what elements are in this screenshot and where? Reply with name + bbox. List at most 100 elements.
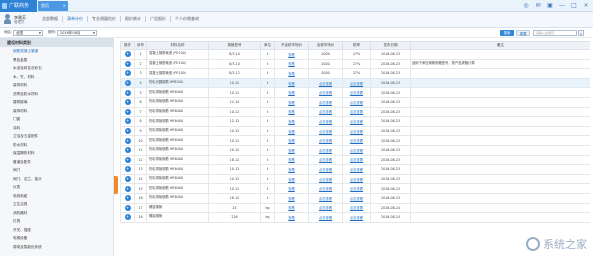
view-price-link[interactable]: 点击查看 <box>319 206 332 210</box>
app-tab[interactable]: 广联商务 <box>0 0 37 12</box>
table-row[interactable]: +15 热轧带肋钢筋 HRB400 10-12 t 查看 点击查看 点击查看 2016-08-… <box>120 183 590 194</box>
add-icon[interactable]: + <box>124 156 131 163</box>
view-link[interactable]: 查看 <box>288 53 295 57</box>
minimize-icon[interactable]: — <box>559 2 565 9</box>
sidebar-item[interactable]: 卫生洁具 <box>0 200 113 209</box>
skin-icon[interactable]: ▣ <box>547 2 553 9</box>
sidebar-item[interactable]: 管道及配件 <box>0 158 113 167</box>
table-row[interactable]: +14 热轧带肋钢筋 HRB400 10-12 t 查看 点击查看 点击查看 2016-08-… <box>120 173 590 185</box>
settings-icon[interactable]: ◎ <box>523 2 529 9</box>
nav-personal-price[interactable]: 个人价格查询 <box>171 16 203 22</box>
add-icon[interactable]: + <box>124 70 131 77</box>
view-link[interactable]: 查看 <box>288 120 295 124</box>
view-link[interactable]: 查看 <box>288 130 295 134</box>
column-header[interactable]: 操作 <box>120 41 135 50</box>
add-icon[interactable]: + <box>124 118 131 125</box>
sidebar-item[interactable]: 建筑玻璃 <box>0 98 113 107</box>
view-tax-link[interactable]: 点击查看 <box>350 158 363 162</box>
add-icon[interactable]: + <box>124 60 131 67</box>
view-price-link[interactable]: 点击查看 <box>319 187 332 191</box>
sidebar-item[interactable]: 保温隔热材料 <box>0 149 113 158</box>
table-row[interactable]: +8 热轧带肋钢筋 HRB400 12-12 t 查看 点击查看 点击查看 2016-08-2… <box>120 116 590 127</box>
view-price-link[interactable]: 点击查看 <box>319 149 332 153</box>
view-tax-link[interactable]: 点击查看 <box>350 216 363 220</box>
sidebar-item[interactable]: 门窗 <box>0 115 113 124</box>
view-tax-link[interactable]: 点击查看 <box>350 149 363 153</box>
table-row[interactable]: +17 螺旋钢管 24 kg 查看 点击查看 点击查看 2016-08-24 <box>120 202 590 214</box>
view-tax-link[interactable]: 点击查看 <box>350 206 363 210</box>
view-price-link[interactable]: 点击查看 <box>319 110 332 114</box>
view-tax-link[interactable]: 点击查看 <box>350 82 363 86</box>
add-icon[interactable]: + <box>124 147 131 154</box>
sidebar-item[interactable]: 阀门 <box>0 166 113 175</box>
table-row[interactable]: +3 混凝土钢筋管道 (PE100) 8/3-12 t 查看 2000 27% 2016-08… <box>120 68 590 79</box>
sidebar-collapse-handle[interactable] <box>114 176 118 194</box>
add-icon[interactable]: + <box>124 176 131 183</box>
view-price-link[interactable]: 点击查看 <box>319 101 332 105</box>
add-icon[interactable]: + <box>124 137 131 144</box>
sidebar-item[interactable]: 卫浴及五金配件 <box>0 132 113 141</box>
column-header[interactable]: 序号 <box>134 41 147 50</box>
column-header[interactable]: 规格型号 <box>208 41 261 50</box>
view-tax-link[interactable]: 点击查看 <box>350 197 363 201</box>
table-row[interactable]: +18 螺旋钢管 226 kg 查看 点击查看 点击查看 2016-08-24 <box>120 212 590 223</box>
view-price-link[interactable]: 点击查看 <box>319 130 332 134</box>
nav-all-data[interactable]: 全部数据 <box>38 16 63 22</box>
keyword-input[interactable]: 请输入关键词 <box>533 29 577 36</box>
view-link[interactable]: 查看 <box>288 178 295 182</box>
table-row[interactable]: +5 热轧带肋钢筋 HRB400 10-12 t 查看 点击查看 点击查看 2016-08-2… <box>120 87 590 98</box>
sidebar-item[interactable]: 黑色金属 <box>0 56 113 65</box>
sidebar-item[interactable]: 防水材料 <box>0 141 113 150</box>
sidebar-item[interactable]: 阀门、法兰、接头 <box>0 175 113 184</box>
sidebar-item[interactable]: 水泥及砖瓦灰砂石 <box>0 64 113 73</box>
view-price-link[interactable]: 点击查看 <box>319 82 332 86</box>
period-select[interactable]: 2016年08月 ▼ <box>57 29 97 36</box>
nav-bill-pricing[interactable]: 清单计价 <box>63 16 88 22</box>
sidebar-item[interactable]: 开关、插座 <box>0 226 113 235</box>
view-link[interactable]: 查看 <box>288 168 295 172</box>
maximize-icon[interactable]: □ <box>571 2 577 9</box>
view-price-link[interactable]: 点击查看 <box>319 197 332 201</box>
add-icon[interactable]: + <box>124 166 131 173</box>
table-row[interactable]: +13 热轧带肋钢筋 HRB400 10-12 t 查看 点击查看 点击查看 2016-08-… <box>120 164 590 175</box>
sidebar-item[interactable]: 灯具 <box>0 217 113 226</box>
sidebar-item[interactable]: 电梯设备 <box>0 234 113 243</box>
add-icon[interactable]: + <box>124 128 131 135</box>
view-tax-link[interactable]: 点击查看 <box>350 139 363 143</box>
view-link[interactable]: 查看 <box>288 216 295 220</box>
view-tax-link[interactable]: 点击查看 <box>350 178 363 182</box>
column-header[interactable]: 含税市场价 <box>308 41 343 50</box>
nav-quote-stats[interactable]: 报价统计 <box>121 16 146 22</box>
view-link[interactable]: 查看 <box>288 72 295 76</box>
nav-ad-quote[interactable]: 广告报价 <box>146 16 171 22</box>
view-link[interactable]: 查看 <box>288 149 295 153</box>
column-header[interactable]: 材料名称 <box>146 41 209 50</box>
view-tax-link[interactable]: 点击查看 <box>350 187 363 191</box>
view-link[interactable]: 查看 <box>288 91 295 95</box>
add-icon[interactable]: + <box>124 195 131 202</box>
table-row[interactable]: +7 热轧带肋钢筋 HRB400 10-12 t 查看 点击查看 点击查看 2016-08-2… <box>120 106 590 118</box>
view-link[interactable]: 查看 <box>288 197 295 201</box>
table-row[interactable]: +10 热轧带肋钢筋 HRB400 10-12 t 查看 点击查看 点击查看 2016-08-… <box>120 135 590 146</box>
sidebar-item[interactable]: 沥青及防水材料 <box>0 90 113 99</box>
sidebar-item[interactable]: 装饰材料 <box>0 107 113 116</box>
table-row[interactable]: +11 热轧带肋钢筋 HRB400 10-12 t 查看 点击查看 点击查看 2016-08-… <box>120 144 590 156</box>
view-price-link[interactable]: 点击查看 <box>319 91 332 95</box>
table-row[interactable]: +16 热轧带肋钢筋 HRB400 18-12 t 查看 点击查看 点击查看 2016-08-… <box>120 192 590 204</box>
sidebar-item[interactable]: 木、竹、材料 <box>0 73 113 82</box>
column-header[interactable]: 发布日期 <box>370 41 411 50</box>
add-icon[interactable]: + <box>124 80 131 87</box>
table-row[interactable]: +9 热轧带肋钢筋 HRB400 10-12 t 查看 点击查看 点击查看 2016-08-2… <box>120 125 590 137</box>
view-link[interactable]: 查看 <box>288 101 295 105</box>
column-header[interactable]: 单位 <box>260 41 275 50</box>
close-window-icon[interactable]: × <box>583 2 589 9</box>
view-price-link[interactable]: 点击查看 <box>319 178 332 182</box>
view-tax-link[interactable]: 点击查看 <box>350 130 363 134</box>
add-icon[interactable]: + <box>124 51 131 58</box>
sidebar-item[interactable]: 消防器材 <box>0 209 113 218</box>
column-header[interactable]: 税率 <box>342 41 371 50</box>
search-icon[interactable]: ⌕ <box>578 29 584 36</box>
view-link[interactable]: 查看 <box>288 206 295 210</box>
column-header[interactable]: 备注 <box>410 41 590 50</box>
view-tax-link[interactable]: 点击查看 <box>350 101 363 105</box>
